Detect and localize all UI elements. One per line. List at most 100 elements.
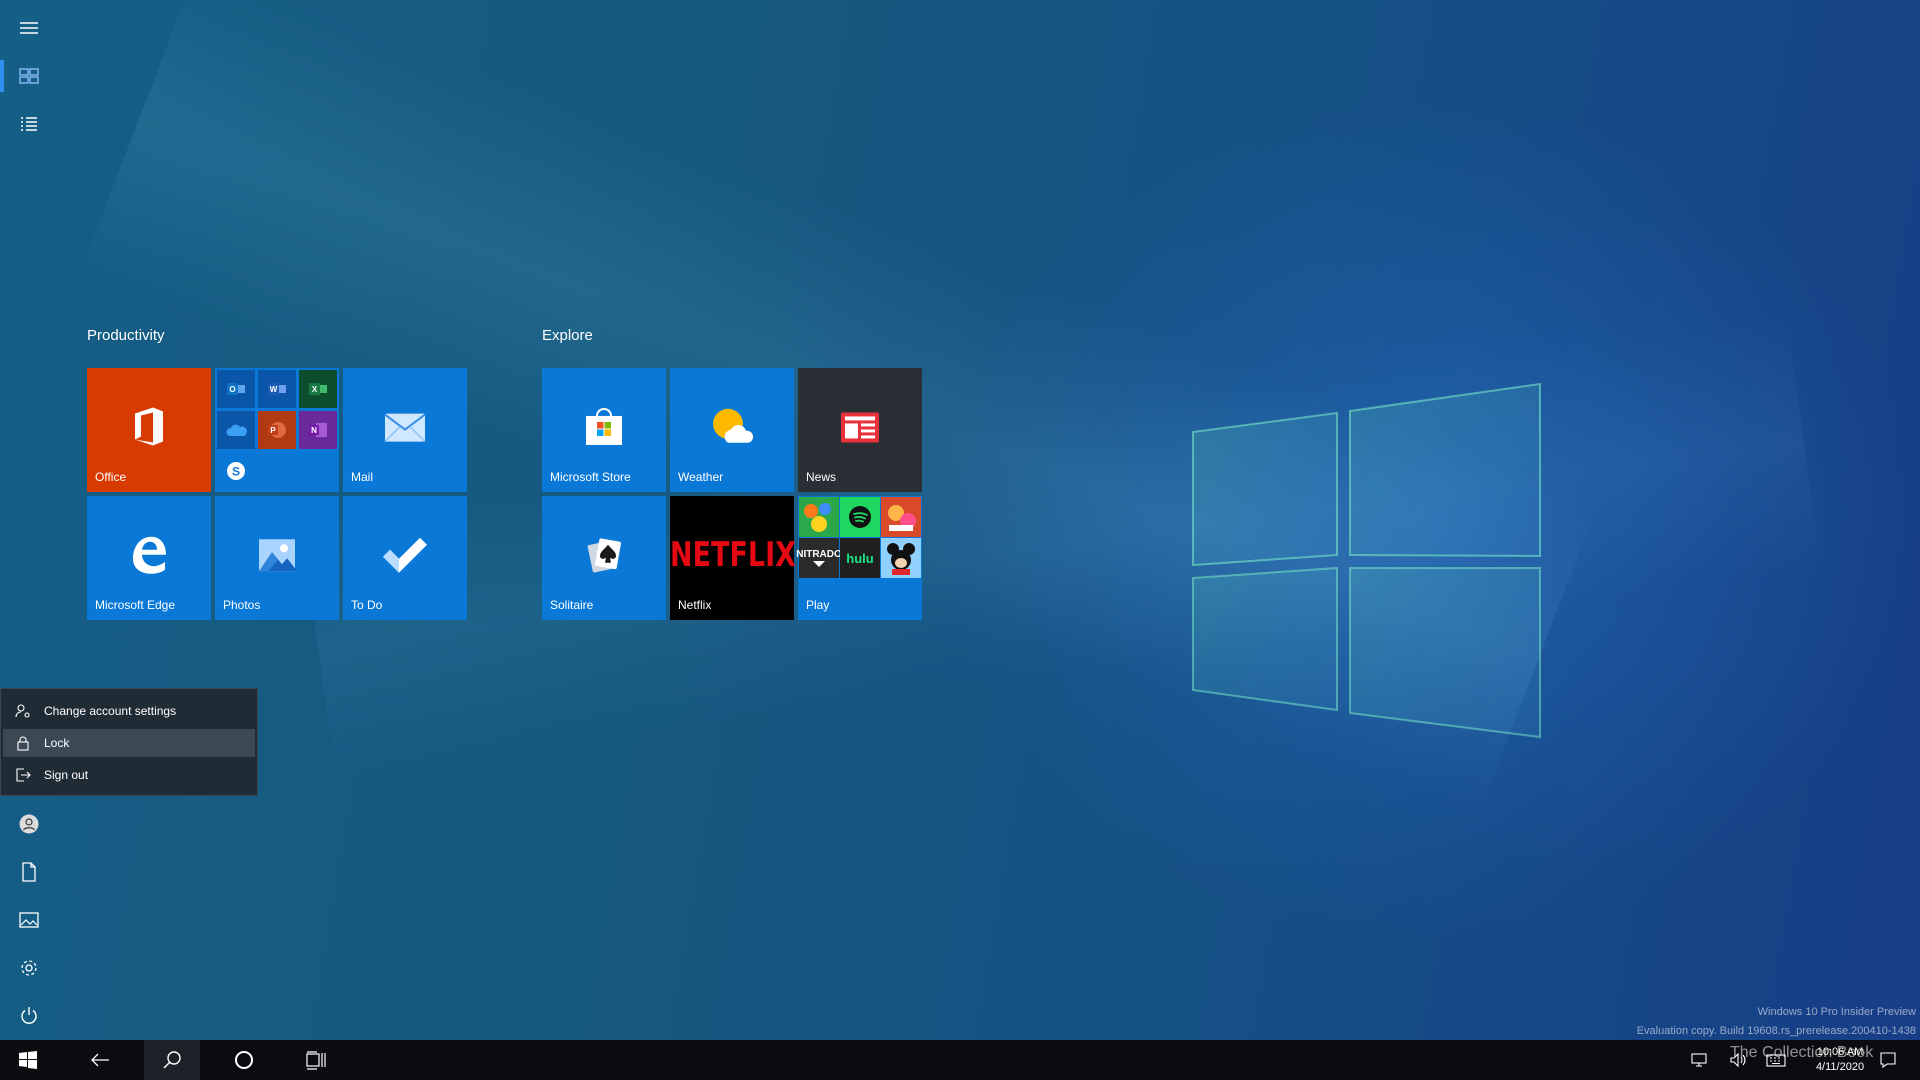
pictures-button[interactable]: [0, 896, 58, 944]
onedrive-icon: [217, 411, 255, 449]
tile-label: Solitaire: [550, 598, 594, 612]
cortana-button[interactable]: [216, 1040, 272, 1080]
svg-text:X: X: [312, 385, 318, 394]
word-icon: W: [258, 370, 296, 408]
windows-start-icon: [19, 1051, 37, 1069]
tile-label: To Do: [351, 598, 383, 612]
menu-item-label: Change account settings: [44, 704, 177, 718]
mail-icon: [384, 413, 426, 443]
disney-magic-kingdoms-icon: [881, 538, 921, 578]
tile-play-folder[interactable]: NITRADO hulu Play: [796, 496, 922, 620]
list-icon: [21, 117, 37, 131]
tile-to-do[interactable]: To Do: [343, 496, 467, 620]
onenote-icon: N: [299, 411, 337, 449]
skype-icon: S: [217, 452, 255, 490]
taskbar: 10:06 AM 4/11/2020: [0, 1040, 1920, 1080]
tiles-icon: [19, 68, 39, 84]
nitrado-icon: NITRADO: [796, 538, 842, 578]
tile-label: Microsoft Store: [550, 470, 631, 484]
nitrado-label: NITRADO: [796, 548, 842, 560]
picture-icon: [19, 912, 39, 928]
tile-office[interactable]: Office: [87, 368, 211, 492]
hulu-label: hulu: [846, 550, 874, 566]
group-title-explore[interactable]: Explore: [542, 327, 593, 344]
tile-photos[interactable]: Photos: [215, 496, 339, 620]
all-apps-button[interactable]: [0, 100, 58, 148]
svg-text:O: O: [229, 385, 235, 394]
back-button[interactable]: [72, 1040, 128, 1080]
start-button[interactable]: [0, 1040, 56, 1080]
newspaper-icon: [841, 412, 879, 443]
tile-solitaire[interactable]: Solitaire: [542, 496, 666, 620]
lock-item[interactable]: Lock: [3, 729, 255, 757]
tile-label: Weather: [678, 470, 724, 484]
group-title-productivity[interactable]: Productivity: [87, 327, 165, 344]
tile-microsoft-store[interactable]: Microsoft Store: [542, 368, 666, 492]
tile-mail[interactable]: Mail: [343, 368, 467, 492]
tile-microsoft-edge[interactable]: Microsoft Edge: [87, 496, 211, 620]
candy-crush-friends-icon: [881, 497, 921, 537]
start-rail: [0, 0, 58, 1040]
checkmark-icon: [383, 537, 427, 573]
cortana-icon: [235, 1051, 253, 1069]
light-beam: [300, 311, 1822, 778]
candy-crush-icon: [799, 497, 839, 537]
tile-office-apps-folder[interactable]: O W X P N S: [215, 368, 339, 492]
search-button[interactable]: [144, 1040, 200, 1080]
svg-text:P: P: [270, 426, 276, 435]
documents-button[interactable]: [0, 848, 58, 896]
network-icon[interactable]: [1690, 1050, 1710, 1070]
store-bag-icon: [586, 407, 622, 445]
sign-out-item[interactable]: Sign out: [3, 761, 255, 789]
action-center-icon[interactable]: [1878, 1050, 1898, 1070]
tile-news[interactable]: News: [798, 368, 922, 492]
document-icon: [22, 862, 36, 882]
user-avatar-icon: [19, 814, 39, 834]
tile-netflix[interactable]: NETFLIX Netflix: [670, 496, 796, 620]
clock-date: 4/11/2020: [1815, 1061, 1865, 1073]
excel-icon: X: [299, 370, 337, 408]
change-account-settings-item[interactable]: Change account settings: [3, 697, 255, 725]
collector-watermark: The Collection Book: [1730, 1044, 1874, 1061]
sign-out-icon: [16, 768, 31, 782]
account-button[interactable]: [0, 800, 58, 848]
search-icon: [163, 1051, 181, 1069]
tile-weather[interactable]: Weather: [670, 368, 794, 492]
svg-text:S: S: [232, 465, 240, 479]
lock-icon: [17, 736, 29, 751]
hamburger-icon: [20, 22, 38, 34]
menu-item-label: Sign out: [44, 768, 89, 782]
menu-item-label: Lock: [44, 736, 70, 750]
office-icon: [135, 407, 163, 446]
task-view-icon: [306, 1051, 326, 1070]
power-button[interactable]: [0, 992, 58, 1040]
windows-logo-wallpaper: [1192, 382, 1541, 739]
tile-label: Microsoft Edge: [95, 598, 176, 612]
powerpoint-icon: P: [258, 411, 296, 449]
tile-label: Play: [806, 598, 830, 612]
edge-icon: [133, 536, 166, 574]
edition-watermark: Windows 10 Pro Insider Preview: [1757, 1006, 1916, 1018]
outlook-icon: O: [217, 370, 255, 408]
svg-text:W: W: [270, 385, 278, 394]
power-icon: [21, 1007, 37, 1024]
expand-menu-button[interactable]: [0, 4, 58, 52]
account-menu: Change account settings Lock Sign out: [0, 688, 258, 796]
tile-label: Mail: [351, 470, 374, 484]
photos-icon: [259, 539, 295, 572]
pinned-tiles-button[interactable]: [0, 52, 58, 100]
gear-icon: [21, 960, 37, 976]
task-view-button[interactable]: [288, 1040, 344, 1080]
playing-cards-icon: [587, 538, 621, 573]
spotify-icon: [840, 497, 880, 537]
back-arrow-icon: [91, 1053, 109, 1067]
tile-label: Netflix: [678, 598, 712, 612]
account-settings-icon: [15, 704, 30, 718]
tile-label: Office: [95, 470, 127, 484]
netflix-wordmark: NETFLIX: [670, 536, 796, 575]
hulu-icon: hulu: [840, 538, 880, 578]
build-watermark: Evaluation copy. Build 19608.rs_prerelea…: [1636, 1025, 1916, 1037]
settings-button[interactable]: [0, 944, 58, 992]
tile-label: News: [806, 470, 837, 484]
tile-label: Photos: [223, 598, 261, 612]
